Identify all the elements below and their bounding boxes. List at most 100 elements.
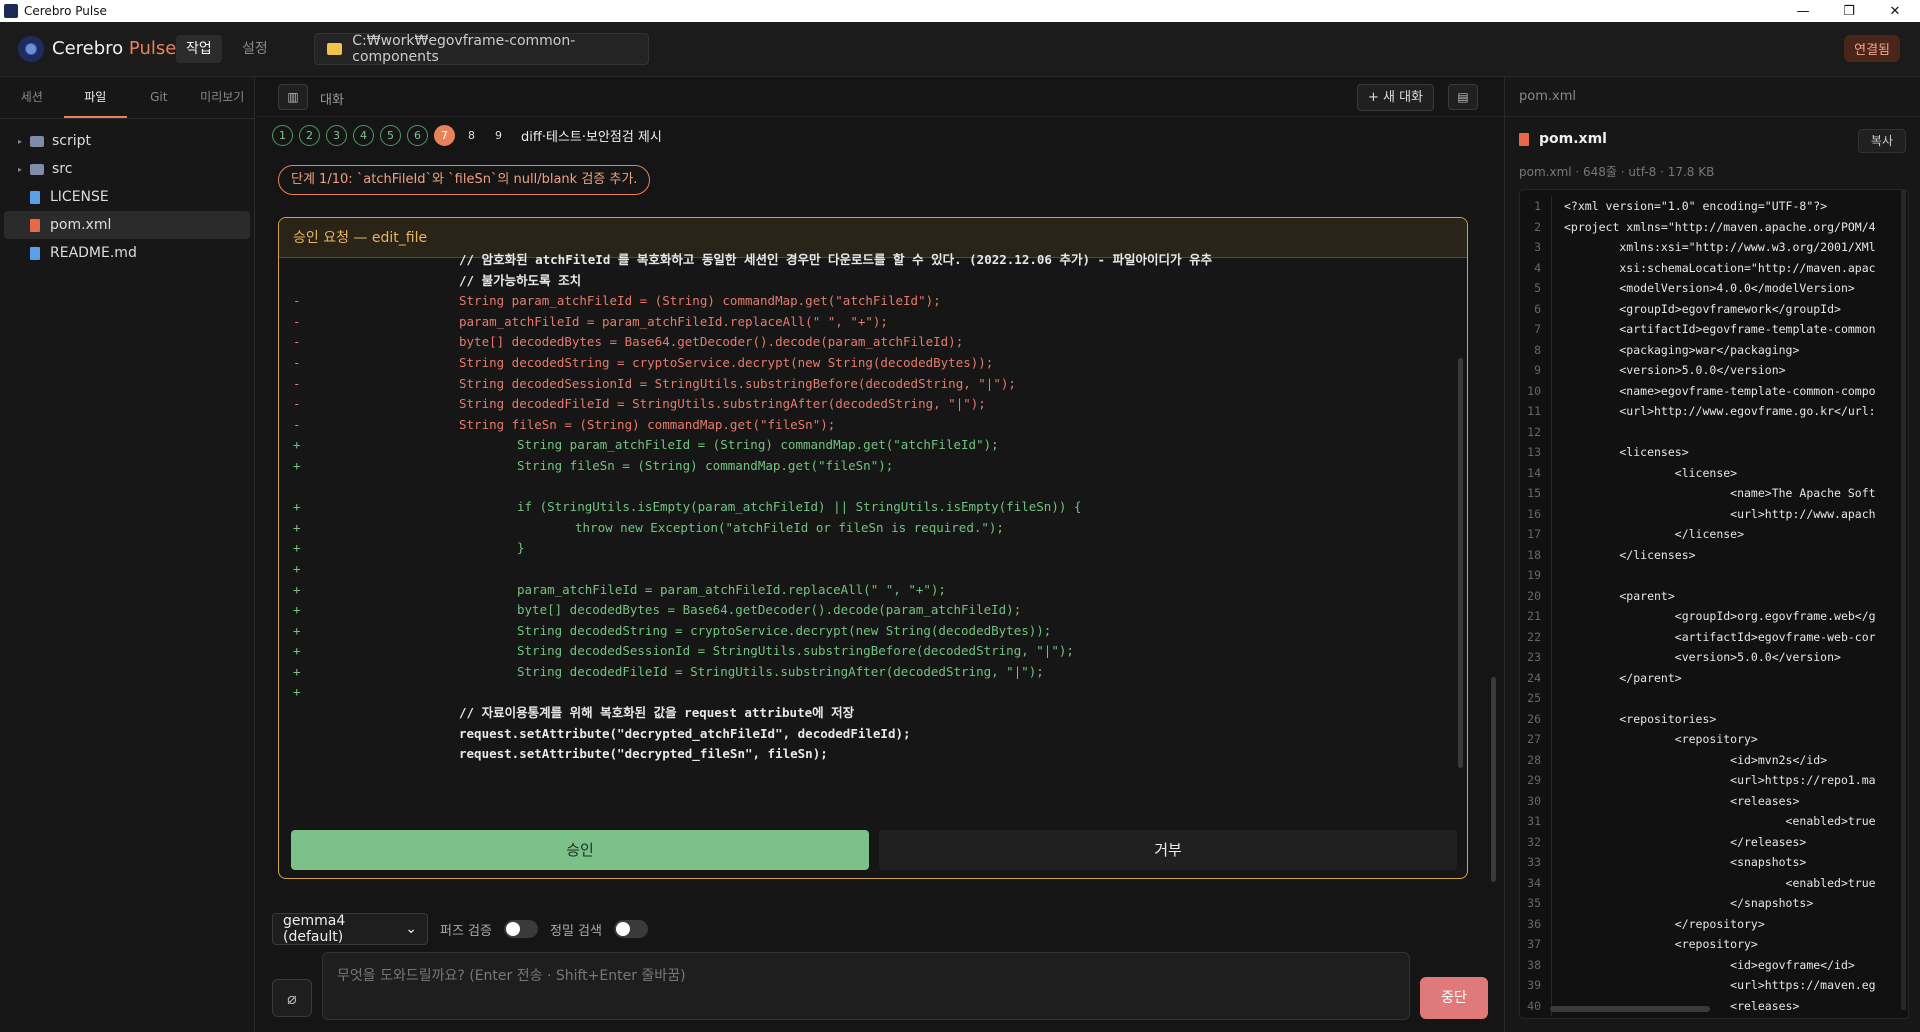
line-number: 34 [1520,872,1552,893]
window-titlebar: Cerebro Pulse — ❐ ✕ [0,0,1920,22]
step-2[interactable]: 2 [299,125,320,146]
diff-sign: + [293,499,301,515]
workspace-path[interactable]: C:₩work₩egovframe-common-components [314,33,649,65]
step-8[interactable]: 8 [461,125,482,146]
tree-file-pom[interactable]: pom.xml [4,211,250,239]
tab-work[interactable]: 작업 [176,35,222,63]
diff-line: request.setAttribute("decrypted_fileSn",… [279,744,1455,765]
close-icon[interactable]: ✕ [1872,0,1918,22]
line-number: 29 [1520,770,1552,791]
line-number: 24 [1520,667,1552,688]
line-number: 6 [1520,298,1552,319]
code-line: 12 [1520,421,1908,443]
line-number: 14 [1520,462,1552,483]
step-5[interactable]: 5 [380,125,401,146]
code-view: 1 <?xml version="1.0" encoding="UTF-8"?> 2… [1519,189,1909,1019]
conversation-scrollbar[interactable] [1491,677,1496,882]
diff-sign [279,703,319,724]
code-horizontal-scrollbar[interactable] [1550,1006,1710,1012]
minimize-icon[interactable]: — [1780,0,1826,22]
diff-sign: - [293,396,301,412]
folder-icon [30,135,44,147]
code-text: <project xmlns="http://maven.apache.org/… [1564,219,1876,234]
diff-text: throw new Exception("atchFileId or fileS… [575,519,1004,535]
code-line: 19 [1520,565,1908,586]
diff-sign [279,744,319,765]
code-line: 17 </license> [1520,524,1908,545]
composer-options: gemma4 (default) ⌄ 퍼즈 검증 정밀 검색 [272,913,648,945]
line-number: 25 [1520,688,1552,709]
line-number: 8 [1520,339,1552,360]
reject-button[interactable]: 거부 [879,830,1457,870]
diff-line: - String fileSn = (String) commandMap.get… [279,415,1455,436]
diff-text: // 암호화된 atchFileId 를 복호화하고 동일한 세션인 경우만 다… [459,252,1213,267]
code-line: 4 xsi:schemaLocation="http://maven.apac [1520,257,1908,278]
code-line: 39 <url>https://maven.eg [1520,975,1908,996]
xml-file-icon [1519,132,1529,146]
toggle-file-panel-button[interactable]: ▤ [1448,84,1478,110]
file-icon [30,246,40,260]
toggle-sidebar-button[interactable]: ▥ [278,84,308,110]
code-text: <id>mvn2s</id> [1564,752,1828,767]
diff-sign [279,250,319,271]
tree-file-license[interactable]: LICENSE [4,183,250,211]
diff-sign: + [293,519,301,535]
tab-settings[interactable]: 설정 [232,35,278,63]
maximize-icon[interactable]: ❐ [1826,0,1872,22]
prompt-input[interactable]: 무엇을 도와드릴까요? (Enter 전송 · Shift+Enter 줄바꿈) [322,952,1410,1020]
diff-line: - param_atchFileId = param_atchFileId.rep… [279,312,1455,333]
code-text: <artifactId>egovframe-web-cor [1564,629,1876,644]
tree-folder-src[interactable]: ▸ src [4,155,250,183]
line-number: 15 [1520,483,1552,504]
code-text: <enabled>true [1564,814,1876,828]
step-1[interactable]: 1 [272,125,293,146]
step-3[interactable]: 3 [326,125,347,146]
code-text: </releases> [1564,834,1807,849]
code-line: 15 <name>The Apache Soft [1520,483,1908,504]
code-text: <snapshots> [1564,855,1807,869]
diff-scrollbar[interactable] [1458,358,1463,768]
diff-sign: + [293,684,301,700]
new-conversation-button[interactable]: + 새 대화 [1356,84,1434,111]
code-text: <name>egovframe-template-common-compo [1564,383,1876,398]
step-4[interactable]: 4 [353,125,374,146]
code-line: 7 <artifactId>egovframe-template-common [1520,319,1908,340]
stop-button[interactable]: 중단 [1420,977,1488,1019]
step-7[interactable]: 7 [434,125,455,146]
copy-button[interactable]: 복사 [1857,129,1906,153]
tab-files[interactable]: 파일 [63,77,127,118]
model-select[interactable]: gemma4 (default) ⌄ [272,913,428,945]
code-line: 33 <snapshots> [1520,852,1908,873]
diff-line: + param_atchFileId = param_atchFileId.rep… [279,580,1455,601]
attach-button[interactable]: ⌀ [272,979,312,1017]
diff-sign [279,271,319,292]
diff-line: + String decodedString = cryptoService.de… [279,621,1455,642]
step-6[interactable]: 6 [407,125,428,146]
tab-preview[interactable]: 미리보기 [191,77,255,118]
step-9[interactable]: 9 [488,125,509,146]
code-line: 20 <parent> [1520,585,1908,606]
precise-search-toggle[interactable] [613,920,648,938]
fuzzy-verify-toggle[interactable] [503,920,538,938]
step-title: diff·테스트·보안점검 제시 [521,130,662,145]
tab-sessions[interactable]: 세션 [0,77,64,118]
brand-accent: Pulse [128,38,177,59]
tree-file-readme[interactable]: README.md [4,239,250,267]
line-number: 11 [1520,401,1552,422]
brand-main: Cerebro [52,38,124,59]
panel-icon: ▤ [1457,90,1469,104]
diff-sign: - [293,334,301,350]
xml-file-icon [30,218,40,232]
code-text: <license> [1564,465,1738,480]
diff-sign: + [293,663,301,679]
code-text: <repositories> [1564,711,1717,726]
code-text: <artifactId>egovframe-template-common [1564,322,1876,336]
tab-git[interactable]: Git [127,77,191,118]
tree-folder-script[interactable]: ▸ script [4,127,250,155]
approve-button[interactable]: 승인 [291,830,869,870]
code-line: 21 <groupId>org.egovframe.web</g [1520,606,1908,627]
code-vertical-scrollbar[interactable] [1901,190,1906,1010]
code-line: 32 </releases> [1520,831,1908,852]
code-line: 24 </parent> [1520,667,1908,688]
